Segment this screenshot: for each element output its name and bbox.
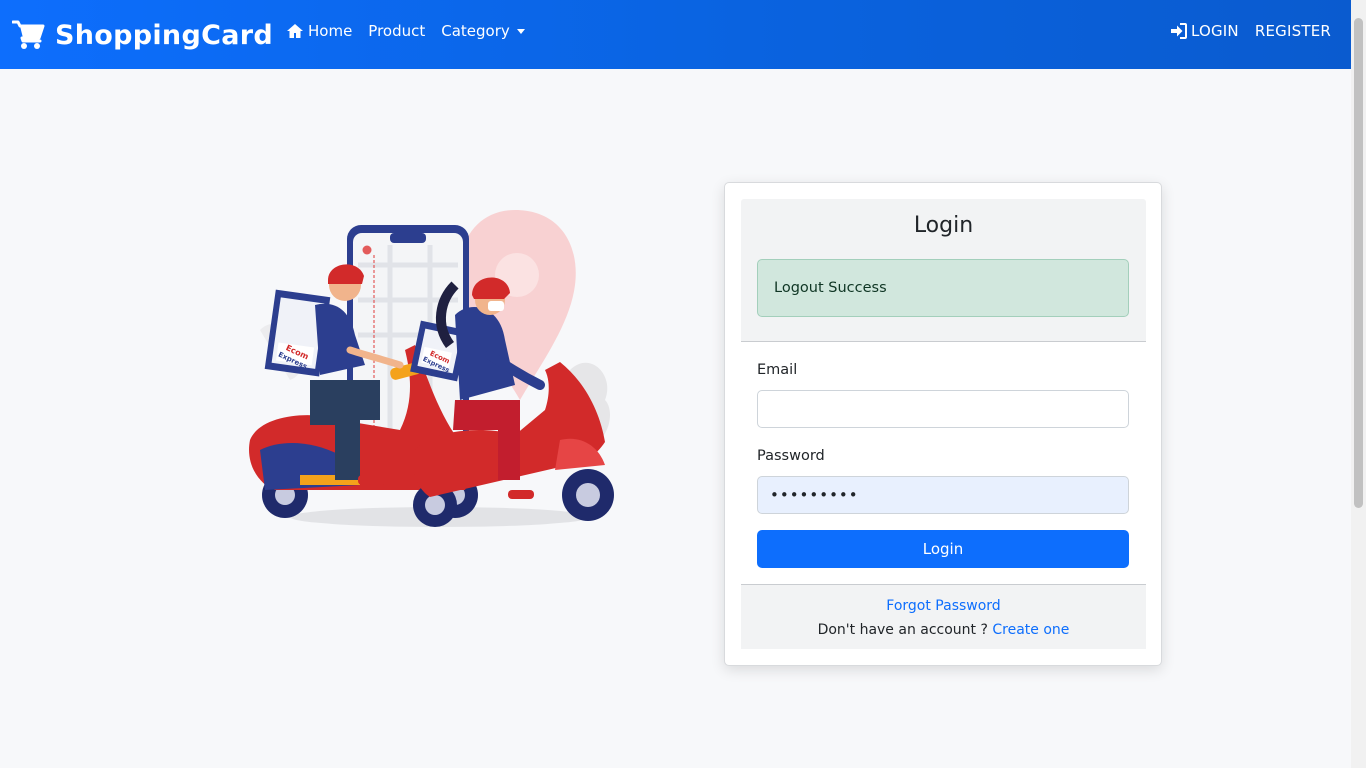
page-scrollbar[interactable] — [1351, 0, 1366, 768]
caret-down-icon — [516, 28, 525, 34]
home-icon — [287, 24, 303, 38]
create-account-line: Don't have an account ? Create one — [741, 622, 1146, 638]
nav-home-link[interactable]: Home — [286, 22, 352, 40]
nav-login-link[interactable]: LOGIN — [1170, 22, 1239, 40]
sign-in-icon — [1170, 23, 1187, 39]
nav-register-label: REGISTER — [1254, 22, 1331, 40]
auth-nav: LOGIN REGISTER — [1170, 22, 1331, 40]
nav-product-link[interactable]: Product — [368, 22, 425, 40]
nav-category-dropdown[interactable]: Category — [441, 22, 525, 40]
logout-success-alert: Logout Success — [757, 259, 1129, 317]
login-card: Login Logout Success Email Password Logi… — [724, 182, 1162, 666]
login-card-header: Login Logout Success — [741, 199, 1146, 342]
nav-home-label: Home — [308, 22, 353, 40]
password-field[interactable] — [757, 476, 1129, 514]
shopping-cart-icon — [12, 20, 45, 49]
main-nav: Home Product Category — [286, 22, 525, 40]
delivery-illustration: Ecom Express Ecom Express — [249, 210, 614, 527]
email-label: Email — [757, 362, 798, 378]
password-label: Password — [757, 448, 825, 464]
login-title: Login — [913, 213, 974, 238]
top-navbar: ShoppingCard Home Product Category LOGIN… — [0, 0, 1351, 69]
nav-login-label: LOGIN — [1190, 22, 1239, 40]
create-account-link[interactable]: Create one — [992, 622, 1069, 638]
nav-register-link[interactable]: REGISTER — [1255, 22, 1331, 40]
no-account-text: Don't have an account ? — [817, 622, 988, 638]
brand-name: ShoppingCard — [55, 19, 273, 51]
nav-product-label: Product — [368, 22, 426, 40]
scrollbar-thumb[interactable] — [1354, 18, 1363, 508]
login-card-footer: Forgot Password Don't have an account ? … — [741, 584, 1146, 649]
login-submit-button[interactable]: Login — [757, 530, 1129, 568]
brand-logo[interactable]: ShoppingCard — [12, 16, 273, 54]
nav-category-label: Category — [441, 22, 510, 40]
email-field[interactable] — [757, 390, 1129, 428]
forgot-password-link[interactable]: Forgot Password — [741, 598, 1146, 614]
